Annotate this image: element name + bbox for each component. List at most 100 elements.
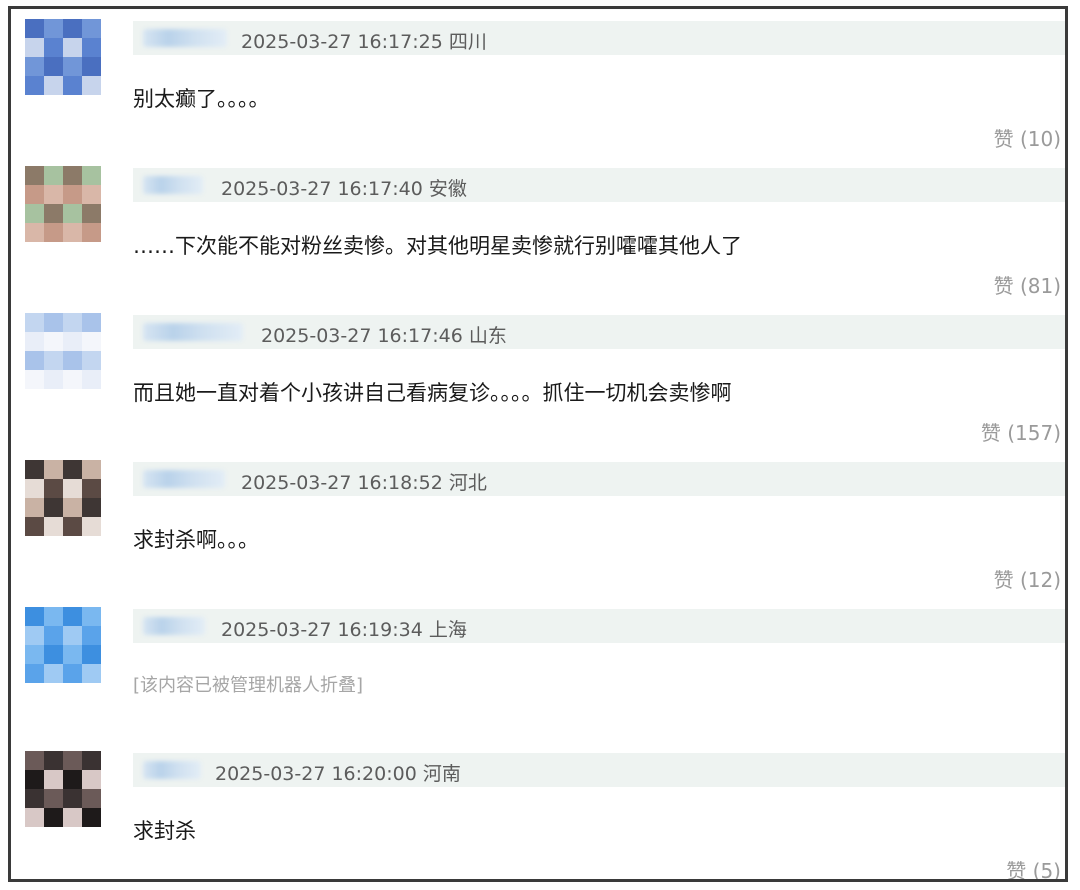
avatar-mosaic-tile: [44, 332, 63, 351]
avatar-mosaic-tile: [63, 808, 82, 827]
avatar-mosaic-tile: [82, 770, 101, 789]
avatar-mosaic-tile: [82, 626, 101, 645]
avatar-mosaic-tile: [25, 204, 44, 223]
avatar-mosaic-tile: [63, 185, 82, 204]
comment-text: 求封杀: [133, 819, 196, 843]
comment-text: 求封杀啊。。。: [133, 528, 259, 552]
comment-location: 河南: [422, 763, 461, 785]
avatar-mosaic-tile: [44, 607, 63, 626]
avatar[interactable]: [25, 313, 101, 389]
avatar-mosaic-tile: [25, 479, 44, 498]
avatar-mosaic-tile: [63, 204, 82, 223]
avatar[interactable]: [25, 460, 101, 536]
comment-time: 2025-03-27 16:19:34: [221, 619, 423, 641]
comment-meta: 2025-03-27 16:17:46 山东: [261, 321, 507, 348]
avatar-mosaic-tile: [25, 751, 44, 770]
avatar[interactable]: [25, 166, 101, 242]
username-blurred[interactable]: [143, 761, 201, 779]
like-button[interactable]: 赞 (10): [994, 123, 1061, 152]
comment-meta: 2025-03-27 16:20:00 河南: [215, 759, 461, 786]
avatar-mosaic-tile: [63, 19, 82, 38]
folded-comment-notice: [该内容已被管理机器人折叠]: [133, 675, 364, 696]
comment-location: 山东: [468, 325, 507, 347]
avatar-mosaic-tile: [44, 517, 63, 536]
avatar-mosaic-tile: [63, 789, 82, 808]
avatar-mosaic-tile: [82, 607, 101, 626]
avatar-mosaic-tile: [44, 223, 63, 242]
username-blurred[interactable]: [143, 29, 227, 47]
comment-time: 2025-03-27 16:17:25: [241, 31, 443, 53]
avatar-mosaic-tile: [63, 751, 82, 770]
avatar-mosaic-tile: [63, 223, 82, 242]
avatar-mosaic-tile: [82, 370, 101, 389]
avatar-mosaic-tile: [63, 645, 82, 664]
like-button[interactable]: 赞 (81): [994, 270, 1061, 299]
avatar-mosaic-tile: [82, 223, 101, 242]
comment-item: 2025-03-27 16:17:46 山东 而且她一直对着个小孩讲自己看病复诊…: [11, 303, 1065, 449]
like-button[interactable]: 赞 (5): [1006, 855, 1061, 879]
avatar-mosaic-tile: [25, 626, 44, 645]
comment-location: 上海: [428, 619, 467, 641]
avatar-mosaic-tile: [82, 19, 101, 38]
comment-item: 2025-03-27 16:18:52 河北 求封杀啊。。。 赞 (12): [11, 450, 1065, 596]
like-button[interactable]: 赞 (157): [981, 417, 1061, 446]
username-blurred[interactable]: [143, 323, 243, 341]
avatar-mosaic-tile: [63, 370, 82, 389]
avatar-mosaic-tile: [82, 76, 101, 95]
like-button[interactable]: 赞 (12): [994, 564, 1061, 593]
avatar[interactable]: [25, 19, 101, 95]
avatar-mosaic-tile: [44, 789, 63, 808]
avatar-mosaic-tile: [44, 626, 63, 645]
avatar-mosaic-tile: [44, 38, 63, 57]
avatar-mosaic-tile: [25, 313, 44, 332]
avatar-mosaic-tile: [44, 664, 63, 683]
avatar-mosaic-tile: [44, 166, 63, 185]
comment-header: 2025-03-27 16:17:25 四川: [133, 21, 1065, 55]
avatar-mosaic-tile: [25, 517, 44, 536]
avatar-mosaic-tile: [25, 460, 44, 479]
avatar-mosaic-tile: [82, 332, 101, 351]
avatar-mosaic-tile: [25, 498, 44, 517]
avatar-mosaic-tile: [25, 166, 44, 185]
like-label: 赞: [993, 127, 1014, 151]
avatar-mosaic-tile: [25, 38, 44, 57]
avatar-mosaic-tile: [63, 166, 82, 185]
avatar-mosaic-tile: [63, 626, 82, 645]
avatar-mosaic-tile: [63, 770, 82, 789]
avatar-mosaic-tile: [44, 76, 63, 95]
like-label: 赞: [993, 568, 1014, 592]
comment-time: 2025-03-27 16:20:00: [215, 763, 417, 785]
avatar-mosaic-tile: [25, 808, 44, 827]
avatar-mosaic-tile: [25, 351, 44, 370]
avatar-mosaic-tile: [82, 57, 101, 76]
comment-header: 2025-03-27 16:17:46 山东: [133, 315, 1065, 349]
avatar-mosaic-tile: [63, 664, 82, 683]
like-label: 赞: [980, 421, 1001, 445]
comment-meta: 2025-03-27 16:17:40 安徽: [221, 174, 467, 201]
avatar[interactable]: [25, 607, 101, 683]
avatar-mosaic-tile: [25, 76, 44, 95]
avatar-mosaic-tile: [82, 789, 101, 808]
avatar-mosaic-tile: [44, 645, 63, 664]
comment-meta: 2025-03-27 16:18:52 河北: [241, 468, 487, 495]
avatar[interactable]: [25, 751, 101, 827]
avatar-mosaic-tile: [82, 517, 101, 536]
avatar-mosaic-tile: [63, 38, 82, 57]
comment-text: ……下次能不能对粉丝卖惨。对其他明星卖惨就行别嚯嚯其他人了: [133, 234, 742, 258]
avatar-mosaic-tile: [82, 38, 101, 57]
avatar-mosaic-tile: [25, 370, 44, 389]
avatar-mosaic-tile: [25, 57, 44, 76]
username-blurred[interactable]: [143, 176, 203, 194]
comment-header: 2025-03-27 16:17:40 安徽: [133, 168, 1065, 202]
avatar-mosaic-tile: [82, 204, 101, 223]
avatar-mosaic-tile: [44, 185, 63, 204]
avatar-mosaic-tile: [63, 351, 82, 370]
comment-list: 2025-03-27 16:17:25 四川 别太癫了。。。。 赞 (10) 2…: [8, 6, 1068, 882]
username-blurred[interactable]: [143, 470, 225, 488]
avatar-mosaic-tile: [44, 460, 63, 479]
avatar-mosaic-tile: [82, 460, 101, 479]
avatar-mosaic-tile: [25, 185, 44, 204]
username-blurred[interactable]: [143, 617, 205, 635]
avatar-mosaic-tile: [25, 332, 44, 351]
avatar-mosaic-tile: [63, 313, 82, 332]
